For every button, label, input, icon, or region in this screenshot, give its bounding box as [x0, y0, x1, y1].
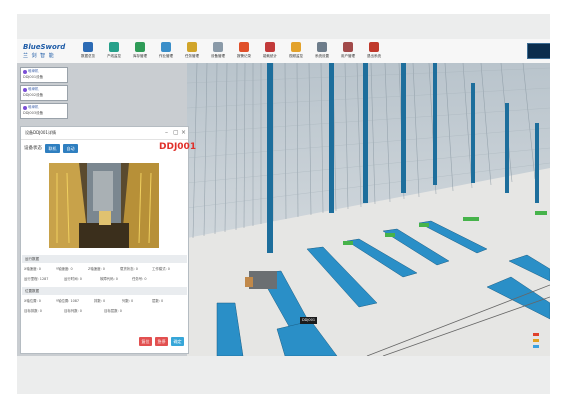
section-position-data: 位置数据 — [22, 287, 187, 295]
task-icon — [187, 42, 197, 52]
data-cell: 目标排数: 0 — [24, 309, 42, 313]
warehouse-3d-view[interactable] — [187, 63, 550, 356]
data-cell: 故障代码: 0 — [100, 277, 118, 281]
toolbar-item[interactable]: 退出系统 — [363, 41, 385, 61]
toolbar-item[interactable]: 设备管理 — [207, 41, 229, 61]
minimap-thumbnail[interactable] — [527, 43, 550, 59]
data-row: X轴位置: 0 Y轴位置: 1087 排数: 0 列数: 0 层数: 0 — [24, 297, 186, 305]
toolbar-item[interactable]: 库存管理 — [129, 41, 151, 61]
data-row: 目标排数: 0 目标列数: 0 目标层数: 0 — [24, 307, 186, 315]
data-cell: X轴速度: 0 — [24, 267, 41, 271]
data-row: 运行里程: 1287 运行时间: 0 故障代码: 0 任务号: 0 — [24, 275, 186, 283]
data-cell: 工作模式: 0 — [152, 267, 170, 271]
letterbox-top — [17, 14, 550, 39]
brand-logo-text: BlueSword — [23, 43, 66, 51]
reset-button[interactable]: 复位 — [139, 337, 152, 346]
minimize-icon[interactable]: – — [165, 129, 168, 136]
toolbar-item[interactable]: 作业管理 — [155, 41, 177, 61]
letterbox-bottom — [17, 356, 550, 394]
close-icon[interactable]: × — [181, 129, 186, 136]
monitor-icon — [109, 42, 119, 52]
camera-feed[interactable] — [49, 163, 159, 248]
data-cell: 任务号: 0 — [132, 277, 147, 281]
status-dot — [23, 70, 27, 74]
toolbar-item-label: 退出系统 — [367, 54, 381, 58]
brand-logo: BlueSword 兰 剑 智 能 — [23, 43, 67, 59]
device-tab-title: 堆垛机 — [28, 87, 39, 91]
data-cell: Y轴位置: 1087 — [56, 299, 80, 303]
panel-title: 设备DDJ001详情 — [25, 130, 56, 135]
exit-icon — [369, 42, 379, 52]
data-cell: 排数: 0 — [94, 299, 106, 303]
toolbar-item[interactable]: 能耗统计 — [259, 41, 281, 61]
panel-header: 设备DDJ001详情 – ▢ × — [21, 127, 188, 140]
status-dot — [23, 106, 27, 110]
auto-button[interactable]: 自动 — [63, 144, 78, 153]
toolbar-item[interactable]: 报警记录 — [233, 41, 255, 61]
top-toolbar: BlueSword 兰 剑 智 能 数据总览 产线监控 库存管理 作业管理 任务管理 设备… — [17, 39, 550, 64]
toolbar-item[interactable]: 视频监控 — [285, 41, 307, 61]
crane-tooltip: DDJ001 — [300, 317, 317, 324]
box-icon — [135, 42, 145, 52]
alarm-icon — [239, 42, 249, 52]
device-tab-3[interactable]: 堆垛机 DDJ003设备 — [20, 103, 68, 119]
energy-icon — [265, 42, 275, 52]
device-id: DDJ001 — [159, 142, 197, 152]
status-dot — [23, 88, 27, 92]
data-row: X轴速度: 0 Y轴速度: 0 Z轴速度: 0 载货状态: 0 工作模式: 0 — [24, 265, 186, 273]
device-detail-panel: 设备DDJ001详情 – ▢ × 设备状态 联机 自动 DDJ001 运行数据 … — [20, 126, 196, 354]
toolbar-item[interactable]: 用户管理 — [337, 41, 359, 61]
data-cell: 运行里程: 1287 — [24, 277, 49, 281]
toolbar-item[interactable]: 系统设置 — [311, 41, 333, 61]
data-cell: Y轴速度: 0 — [56, 267, 73, 271]
device-tab-sub: DDJ003设备 — [23, 111, 44, 115]
restore-icon[interactable]: ▢ — [173, 129, 179, 136]
camera-icon — [291, 42, 301, 52]
gear-icon — [317, 42, 327, 52]
data-cell: 目标层数: 0 — [104, 309, 122, 313]
estop-button[interactable]: 急停 — [155, 337, 168, 346]
data-cell: 目标列数: 0 — [64, 309, 82, 313]
toolbar-item[interactable]: 数据总览 — [77, 41, 99, 61]
online-button[interactable]: 联机 — [45, 144, 60, 153]
toolbar-item[interactable]: 产线监控 — [103, 41, 125, 61]
data-cell: 运行时间: 0 — [64, 277, 82, 281]
device-tab-sub: DDJ002设备 — [23, 93, 44, 97]
device-tab-title: 堆垛机 — [28, 69, 39, 73]
device-status-label: 设备状态 — [24, 146, 42, 151]
device-tab-sub: DDJ001设备 — [23, 75, 44, 79]
device-tab-2[interactable]: 堆垛机 DDJ002设备 — [20, 85, 68, 101]
device-icon — [213, 42, 223, 52]
data-cell: Z轴速度: 0 — [88, 267, 105, 271]
home-icon — [83, 42, 93, 52]
device-tab-title: 堆垛机 — [28, 105, 39, 109]
data-cell: 载货状态: 0 — [120, 267, 138, 271]
data-cell: X轴位置: 0 — [24, 299, 41, 303]
app-screen: BlueSword 兰 剑 智 能 数据总览 产线监控 库存管理 作业管理 任务管理 设备… — [17, 39, 550, 356]
device-tab-1[interactable]: 堆垛机 DDJ001设备 — [20, 67, 68, 83]
section-run-data: 运行数据 — [22, 255, 187, 263]
user-icon — [343, 42, 353, 52]
data-cell: 层数: 0 — [152, 299, 164, 303]
confirm-button[interactable]: 确定 — [171, 337, 184, 346]
toolbar-item[interactable]: 任务管理 — [181, 41, 203, 61]
list-icon — [161, 42, 171, 52]
brand-logo-subtext: 兰 剑 智 能 — [23, 53, 55, 59]
data-cell: 列数: 0 — [122, 299, 134, 303]
